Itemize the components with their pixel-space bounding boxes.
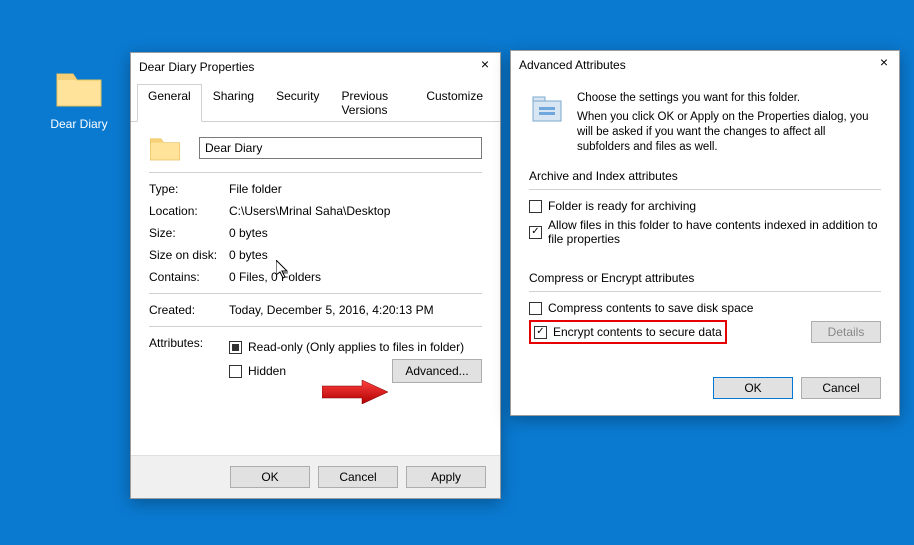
size-value: 0 bytes (229, 225, 482, 241)
properties-dialog: Dear Diary Properties × General Sharing … (130, 52, 501, 499)
created-value: Today, December 5, 2016, 4:20:13 PM (229, 302, 482, 318)
index-checkbox[interactable] (529, 226, 542, 239)
folder-settings-icon (529, 91, 565, 127)
compress-label: Compress contents to save disk space (548, 301, 881, 315)
tab-general[interactable]: General (137, 84, 202, 122)
hidden-checkbox[interactable] (229, 365, 242, 378)
size-label: Size: (149, 225, 229, 241)
tab-customize[interactable]: Customize (415, 84, 494, 122)
contains-label: Contains: (149, 269, 229, 285)
sizeondisk-label: Size on disk: (149, 247, 229, 263)
folder-name-input[interactable] (199, 137, 482, 159)
contains-value: 0 Files, 0 Folders (229, 269, 482, 285)
annotation-arrow-icon (322, 380, 392, 404)
properties-body: Type:File folder Location:C:\Users\Mrina… (131, 122, 500, 455)
properties-title: Dear Diary Properties (139, 60, 254, 74)
advanced-button[interactable]: Advanced... (392, 359, 482, 383)
created-label: Created: (149, 302, 229, 318)
advanced-titlebar: Advanced Attributes × (511, 51, 899, 79)
tab-security[interactable]: Security (265, 84, 330, 122)
desktop-folder-icon[interactable]: Dear Diary (44, 68, 114, 131)
type-label: Type: (149, 181, 229, 197)
details-button[interactable]: Details (811, 321, 881, 343)
properties-buttons: OK Cancel Apply (131, 455, 500, 498)
advanced-heading: Choose the settings you want for this fo… (577, 91, 881, 106)
cancel-button[interactable]: Cancel (801, 377, 881, 399)
desktop-folder-label: Dear Diary (44, 117, 114, 131)
advanced-buttons: OK Cancel (511, 365, 899, 415)
encrypt-highlight: Encrypt contents to secure data (529, 320, 727, 344)
archive-checkbox[interactable] (529, 200, 542, 213)
apply-button[interactable]: Apply (406, 466, 486, 488)
folder-icon (55, 68, 103, 108)
tab-sharing[interactable]: Sharing (202, 84, 265, 122)
ok-button[interactable]: OK (230, 466, 310, 488)
encrypt-label: Encrypt contents to secure data (553, 325, 722, 339)
archive-group-label: Archive and Index attributes (529, 169, 881, 183)
advanced-title: Advanced Attributes (519, 58, 626, 72)
readonly-checkbox[interactable] (229, 341, 242, 354)
properties-titlebar: Dear Diary Properties × (131, 53, 500, 81)
advanced-attributes-dialog: Advanced Attributes × Choose the setting… (510, 50, 900, 416)
location-value: C:\Users\Mrinal Saha\Desktop (229, 203, 482, 219)
sizeondisk-value: 0 bytes (229, 247, 482, 263)
close-icon[interactable]: × (875, 55, 893, 73)
tab-previous-versions[interactable]: Previous Versions (330, 84, 415, 122)
attributes-label: Attributes: (149, 335, 229, 351)
advanced-subtext: When you click OK or Apply on the Proper… (577, 110, 881, 155)
folder-icon (149, 134, 181, 162)
compress-group-label: Compress or Encrypt attributes (529, 271, 881, 285)
close-icon[interactable]: × (476, 57, 494, 75)
compress-checkbox[interactable] (529, 302, 542, 315)
properties-tabs: General Sharing Security Previous Versio… (131, 81, 500, 122)
hidden-label: Hidden (248, 363, 286, 379)
index-label: Allow files in this folder to have conte… (548, 218, 881, 246)
readonly-label: Read-only (Only applies to files in fold… (248, 339, 464, 355)
archive-label: Folder is ready for archiving (548, 199, 881, 213)
type-value: File folder (229, 181, 482, 197)
location-label: Location: (149, 203, 229, 219)
cancel-button[interactable]: Cancel (318, 466, 398, 488)
advanced-body: Choose the settings you want for this fo… (511, 79, 899, 365)
ok-button[interactable]: OK (713, 377, 793, 399)
encrypt-checkbox[interactable] (534, 326, 547, 339)
